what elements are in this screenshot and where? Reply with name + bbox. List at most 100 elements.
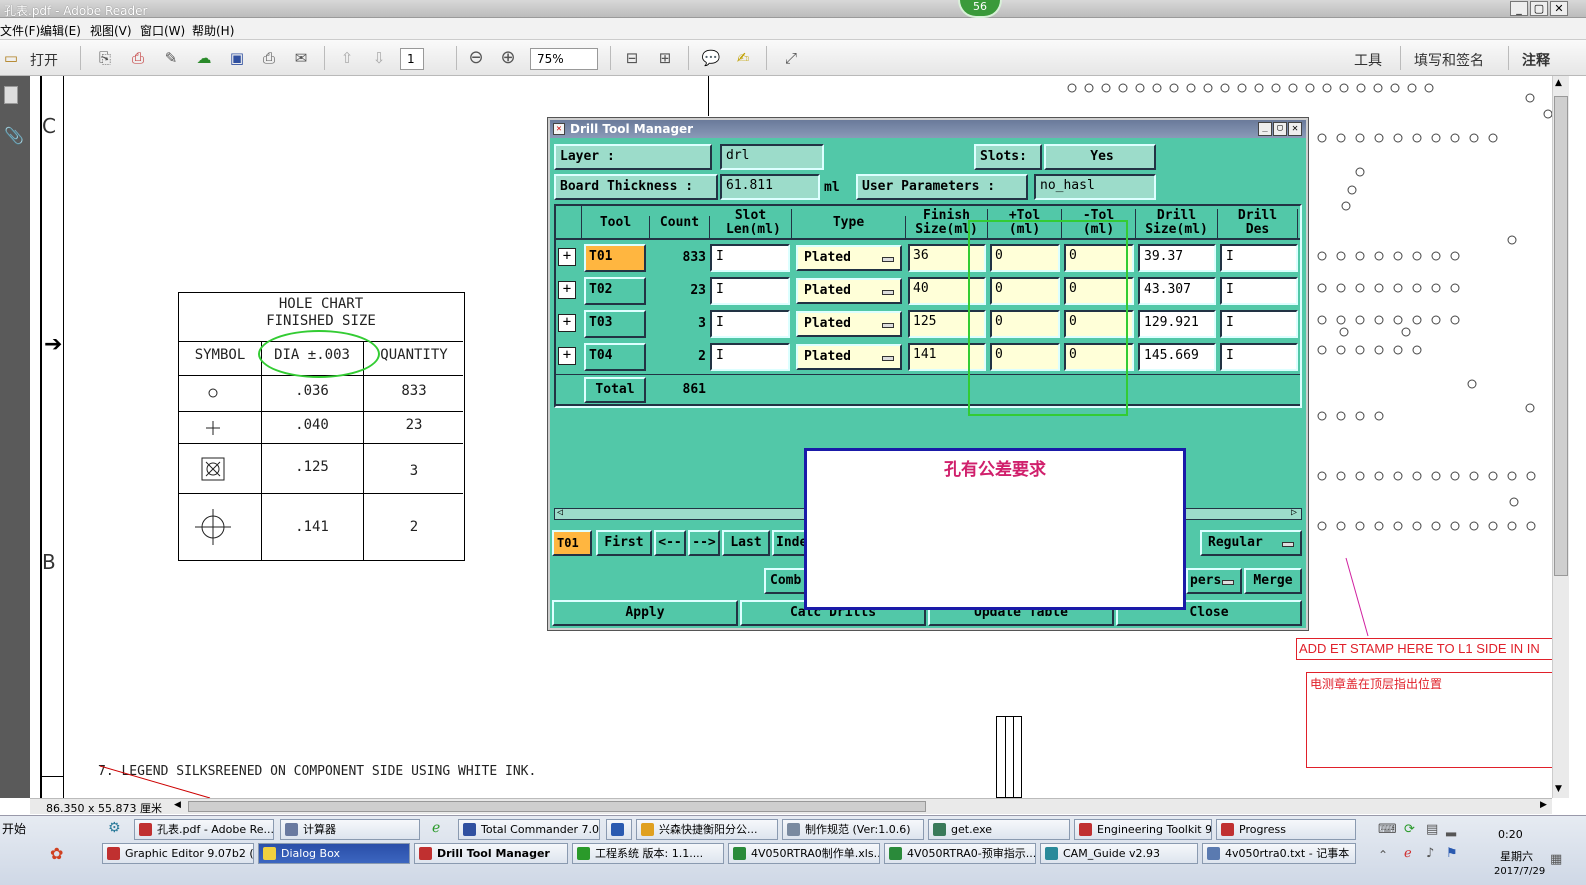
start-button[interactable]: 开始 — [0, 818, 40, 840]
tray-volume-icon[interactable]: ♪ — [1426, 846, 1434, 861]
drill-des-input[interactable]: I — [1220, 244, 1298, 272]
maximize-button[interactable]: ▢ — [1530, 1, 1548, 16]
taskbar-item[interactable]: 工程系统 版本: 1.1.... — [572, 843, 724, 864]
tray-expand-icon[interactable]: ⌃ — [1378, 848, 1388, 862]
tool-cell[interactable]: T03 — [584, 310, 646, 338]
user-parameters-input[interactable]: no_hasl — [1034, 174, 1156, 200]
menu-view[interactable]: 视图(V) — [90, 22, 132, 39]
menu-edit[interactable]: 编辑(E) — [40, 22, 81, 39]
layer-input[interactable]: drl — [720, 144, 824, 170]
export-icon[interactable]: ⎙ — [127, 48, 149, 68]
taskbar-item[interactable]: Progress — [1216, 819, 1356, 840]
document-hscrollbar[interactable]: 86.350 x 55.873 厘米 ◀ ▶ — [30, 798, 1552, 815]
expand-icon[interactable]: + — [558, 314, 576, 332]
expand-icon[interactable]: + — [558, 281, 576, 299]
slot-len-input[interactable]: I — [710, 244, 790, 272]
fill-sign-link[interactable]: 填写和签名 — [1414, 50, 1484, 70]
taskbar-item[interactable]: 兴森快捷衡阳分公... — [636, 819, 778, 840]
menu-file[interactable]: 文件(F) — [0, 22, 40, 39]
slot-len-input[interactable]: I — [710, 310, 790, 338]
scroll-up-icon[interactable]: ▲ — [1555, 78, 1562, 88]
drill-size-input[interactable]: 43.307 — [1138, 277, 1216, 305]
next-button[interactable]: --> — [688, 530, 720, 556]
slots-select[interactable]: Yes — [1044, 144, 1156, 170]
email-icon[interactable]: ✉ — [290, 48, 312, 68]
dialog-maximize-button[interactable]: ▢ — [1273, 122, 1287, 136]
tray-keyboard-icon[interactable]: ⌨ — [1378, 822, 1397, 837]
ie-icon[interactable]: ℯ — [432, 820, 454, 838]
tools-link[interactable]: 工具 — [1354, 50, 1382, 70]
merge-button[interactable]: Merge — [1244, 568, 1302, 594]
zoom-select[interactable]: 75% — [530, 48, 598, 70]
folder-icon[interactable]: ▭ — [0, 48, 22, 68]
scroll-right-icon[interactable]: ▷ — [1291, 507, 1297, 518]
comment-link[interactable]: 注释 — [1522, 50, 1550, 70]
type-select[interactable]: Plated — [796, 311, 902, 337]
minimize-button[interactable]: _ — [1510, 1, 1528, 16]
tool-cell[interactable]: T02 — [584, 277, 646, 305]
tray-device-icon[interactable]: ▤ — [1426, 822, 1438, 837]
tool-cell[interactable]: T04 — [584, 343, 646, 371]
taskbar-item[interactable]: 计算器 — [280, 819, 420, 840]
tray-flag-icon[interactable]: ⚑ — [1446, 846, 1458, 861]
drill-des-input[interactable]: I — [1220, 310, 1298, 338]
dialog-minimize-button[interactable]: _ — [1258, 122, 1272, 136]
prev-button[interactable]: <-- — [654, 530, 686, 556]
taskbar-item-active[interactable]: Drill Tool Manager — [414, 843, 568, 864]
drill-size-input[interactable]: 39.37 — [1138, 244, 1216, 272]
taskbar-item[interactable] — [606, 819, 632, 840]
combine-button[interactable]: Comb — [764, 568, 806, 594]
taskbar-item[interactable]: 4V050RTRA0-预审指示... — [884, 843, 1036, 864]
tray-network-icon[interactable]: ▂ — [1446, 822, 1456, 837]
tool-cell[interactable]: T01 — [584, 244, 646, 272]
zoom-in-icon[interactable]: ⊕ — [497, 48, 519, 68]
scroll-left-icon[interactable]: ◀ — [174, 800, 181, 810]
menu-window[interactable]: 窗口(W) — [140, 22, 185, 39]
expand-icon[interactable]: + — [558, 347, 576, 365]
board-thickness-input[interactable]: 61.811 — [720, 174, 820, 200]
page-thumbnail-icon[interactable] — [4, 86, 18, 104]
expand-icon[interactable]: + — [558, 248, 576, 266]
taskbar-item[interactable]: Engineering Toolkit 9.... — [1074, 819, 1212, 840]
fit-page-icon[interactable]: ⊟ — [621, 48, 643, 68]
tray-app-icon[interactable]: ℯ — [1404, 846, 1412, 861]
close-button[interactable]: ✕ — [1550, 1, 1568, 16]
type-select[interactable]: Plated — [796, 344, 902, 370]
scroll-left-icon[interactable]: ◁ — [557, 507, 563, 518]
open-button[interactable]: 打开 — [30, 50, 58, 70]
taskbar-item[interactable]: Graphic Editor 9.07b2 (0... — [102, 843, 254, 864]
user-parameters-button[interactable]: User Parameters : — [856, 174, 1028, 200]
drill-des-input[interactable]: I — [1220, 277, 1298, 305]
tray-sync-icon[interactable]: ⟳ — [1404, 822, 1415, 837]
comment-icon[interactable]: 💬 — [700, 48, 722, 68]
taskbar-item[interactable]: get.exe — [928, 819, 1070, 840]
save-icon[interactable]: ▣ — [226, 48, 248, 68]
fullscreen-icon[interactable]: ⤢ — [780, 48, 802, 68]
taskbar-item[interactable]: 4V050RTRA0制作单.xls... — [728, 843, 880, 864]
drill-size-input[interactable]: 129.921 — [1138, 310, 1216, 338]
taskbar-item[interactable]: Dialog Box — [258, 843, 410, 864]
taskbar-item[interactable]: 4v050rtra0.txt - 记事本 — [1202, 843, 1356, 864]
slot-len-input[interactable]: I — [710, 343, 790, 371]
show-desktop-icon[interactable]: ▦ — [1550, 852, 1562, 867]
quicklaunch-icon[interactable]: ⚙ — [108, 820, 130, 838]
slot-len-input[interactable]: I — [710, 277, 790, 305]
taskbar-item[interactable]: 制作规范 (Ver:1.0.6) — [782, 819, 924, 840]
drill-des-input[interactable]: I — [1220, 343, 1298, 371]
scroll-right-icon[interactable]: ▶ — [1540, 800, 1547, 810]
page-number-input[interactable]: 1 — [400, 48, 424, 70]
edit-icon[interactable]: ✎ — [160, 48, 182, 68]
first-button[interactable]: First — [596, 530, 652, 556]
cloud-upload-icon[interactable]: ☁ — [193, 48, 215, 68]
zoom-out-icon[interactable]: ⊖ — [465, 48, 487, 68]
attachment-icon[interactable]: 📎 — [4, 126, 24, 145]
document-vscrollbar[interactable]: ▲ ▼ — [1552, 76, 1569, 798]
last-button[interactable]: Last — [722, 530, 770, 556]
windows-logo-icon[interactable]: ✿ — [50, 844, 72, 866]
type-select[interactable]: Plated — [796, 278, 902, 304]
dialog-close-button[interactable]: ✕ — [1288, 122, 1302, 136]
taskbar-item[interactable]: CAM_Guide v2.93 — [1040, 843, 1198, 864]
taskbar-item[interactable]: Total Commander 7.0... — [458, 819, 600, 840]
menu-help[interactable]: 帮助(H) — [192, 22, 234, 39]
regular-select[interactable]: Regular — [1200, 530, 1302, 556]
